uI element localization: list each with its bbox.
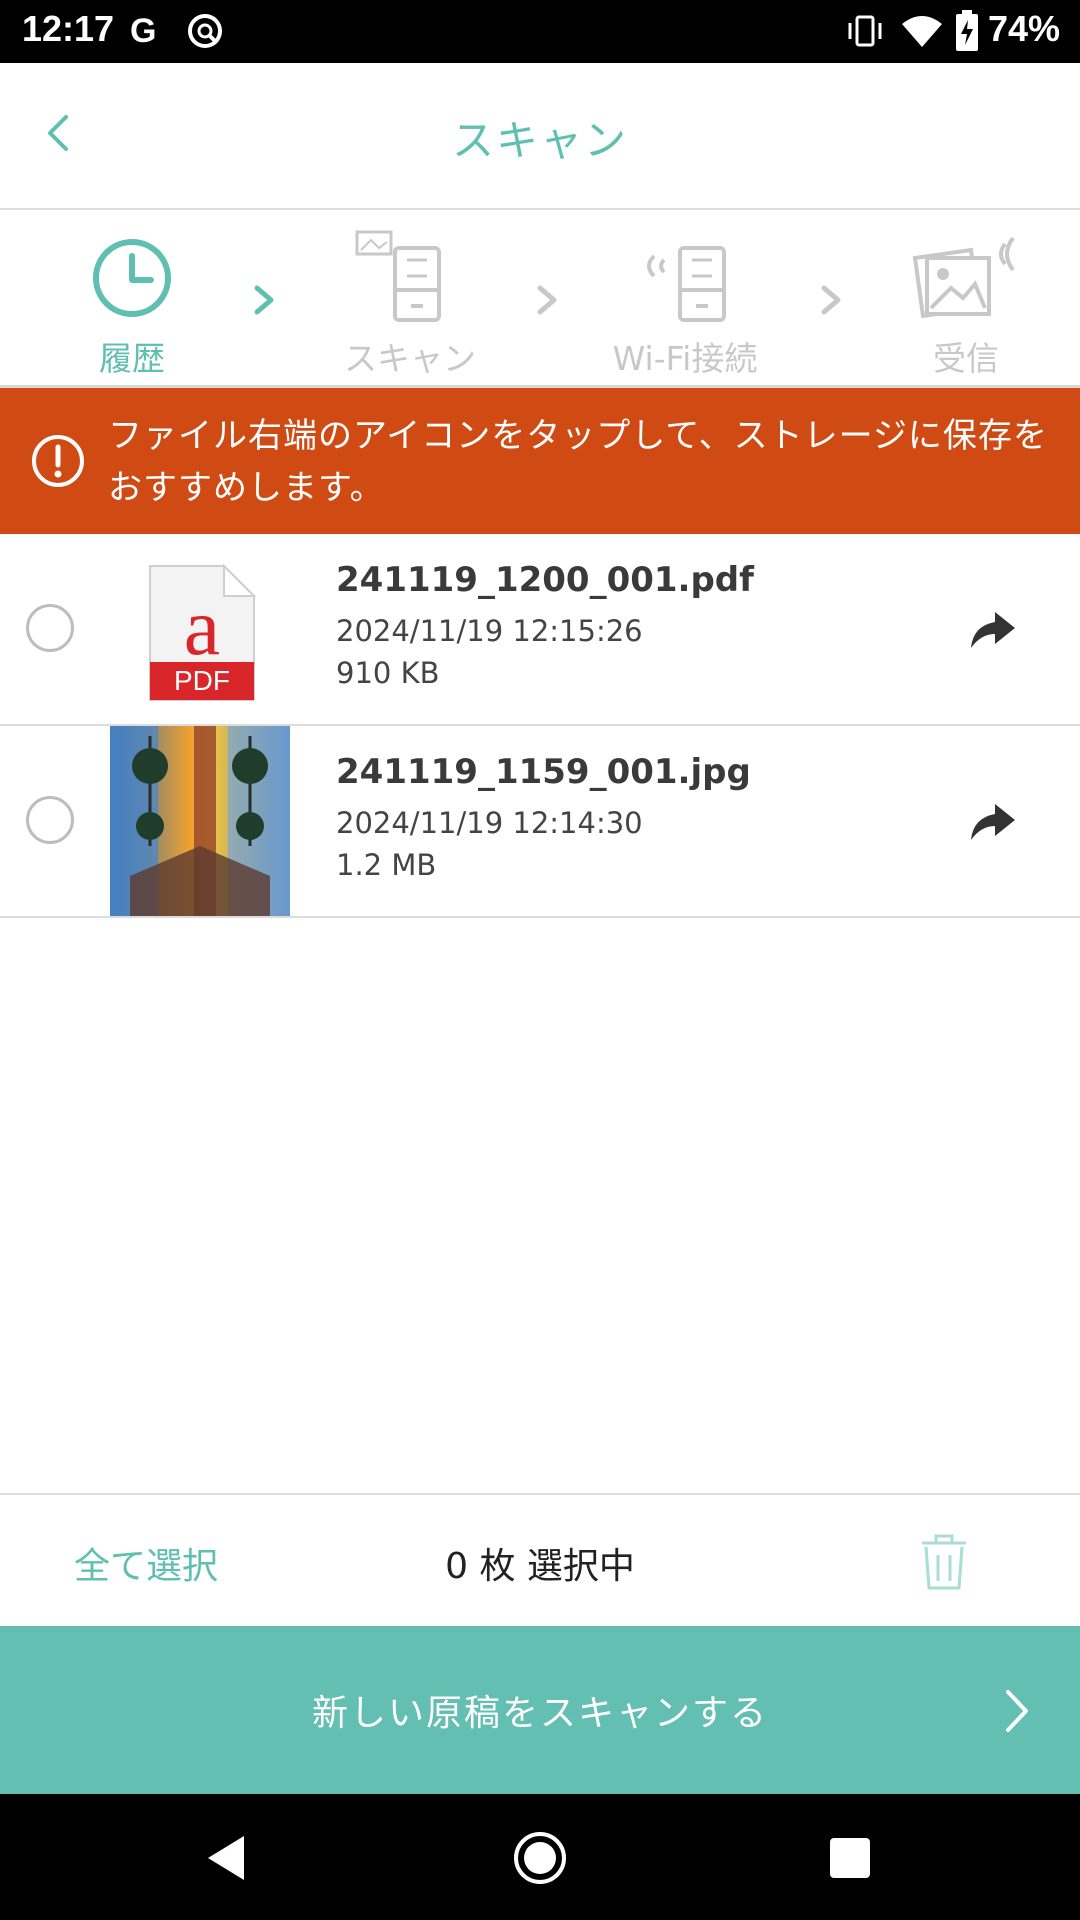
battery-charging-icon — [956, 10, 978, 51]
step-label-wifi: Wi-Fi接続 — [612, 339, 758, 378]
step-arrow-icon — [537, 285, 557, 315]
file-list: a PDF 241119_1200_001.pdf 2024/11/19 12:… — [0, 534, 1080, 918]
app-header: スキャン — [0, 63, 1080, 210]
step-indicator: 履歴 スキャン Wi-Fi接続 受信 — [0, 210, 1080, 388]
select-radio[interactable] — [26, 796, 74, 844]
system-nav-bar — [0, 1794, 1080, 1920]
clock-icon — [93, 239, 171, 317]
file-name: 241119_1200_001.pdf — [336, 560, 754, 600]
page-title: スキャン — [451, 116, 628, 165]
step-label-scan: スキャン — [344, 339, 476, 378]
selection-bar: 全て選択 0 枚 選択中 — [0, 1493, 1080, 1628]
banner-text: ファイル右端のアイコンをタップして、ストレージに保存をおすすめします。 — [108, 416, 1048, 508]
scan-new-document-label: 新しい原稿をスキャンする — [311, 1693, 768, 1734]
scan-new-document-button[interactable]: 新しい原稿をスキャンする — [0, 1626, 1080, 1794]
warning-icon — [32, 435, 84, 487]
battery-percent: 74% — [987, 8, 1060, 49]
status-time: 12:17 — [22, 8, 115, 49]
nav-recents-icon[interactable] — [820, 1828, 880, 1888]
pdf-thumb-label: PDF — [174, 665, 230, 696]
file-name: 241119_1159_001.jpg — [336, 752, 751, 792]
share-icon[interactable] — [965, 796, 1021, 846]
file-size: 910 KB — [336, 656, 440, 690]
list-item[interactable]: a PDF 241119_1200_001.pdf 2024/11/19 12:… — [0, 534, 1080, 726]
status-bar: 12:17 G 74% — [0, 0, 1080, 63]
step-arrow-icon — [254, 285, 274, 315]
list-item[interactable]: 241119_1159_001.jpg 2024/11/19 12:14:30 … — [0, 726, 1080, 918]
wifi-scanner-icon — [647, 246, 726, 322]
warning-banner: ファイル右端のアイコンをタップして、ストレージに保存をおすすめします。 — [0, 388, 1080, 534]
file-date: 2024/11/19 12:14:30 — [336, 806, 643, 840]
vpn-icon — [188, 14, 222, 48]
pdf-file-icon: a PDF — [149, 563, 257, 701]
vibrate-icon — [848, 15, 882, 47]
chevron-right-icon — [1006, 1690, 1028, 1732]
svg-text:a: a — [184, 581, 220, 672]
select-radio[interactable] — [26, 604, 74, 652]
step-label-receive: 受信 — [933, 339, 999, 378]
step-wifi[interactable]: Wi-Fi接続 — [585, 210, 785, 385]
step-label-history: 履歴 — [99, 339, 165, 378]
nav-back-icon[interactable] — [200, 1828, 260, 1888]
receive-image-icon — [912, 236, 1015, 319]
file-size: 1.2 MB — [336, 848, 437, 882]
wifi-icon — [902, 16, 942, 47]
nav-home-icon[interactable] — [510, 1828, 570, 1888]
trash-icon[interactable] — [918, 1533, 970, 1591]
file-date: 2024/11/19 12:15:26 — [336, 614, 643, 648]
step-receive[interactable]: 受信 — [866, 210, 1066, 385]
scanner-icon — [355, 230, 441, 322]
step-scan[interactable]: スキャン — [310, 210, 510, 385]
step-arrow-icon — [821, 285, 841, 315]
google-icon: G — [130, 12, 157, 50]
step-history[interactable]: 履歴 — [32, 210, 232, 385]
share-icon[interactable] — [965, 604, 1021, 654]
image-thumbnail — [110, 726, 290, 916]
